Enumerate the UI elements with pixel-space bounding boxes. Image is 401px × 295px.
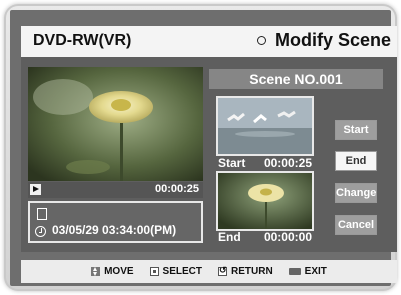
select-hint-label: SELECT: [162, 266, 202, 277]
start-point-info: Start 00:00:25: [216, 156, 314, 170]
move-hint: MOVE: [91, 266, 134, 277]
cancel-button[interactable]: Cancel: [335, 215, 377, 235]
end-point-time: 00:00:00: [263, 230, 312, 244]
start-point-time: 00:00:25: [263, 156, 312, 170]
move-hint-label: MOVE: [104, 266, 134, 277]
playback-status-bar: 00:00:25: [28, 182, 203, 198]
video-preview: [28, 67, 203, 181]
exit-hint: EXIT: [288, 266, 327, 277]
clock-icon: [35, 226, 46, 237]
start-button[interactable]: Start: [335, 120, 377, 140]
circle-icon: [256, 36, 266, 45]
return-hint-label: RETURN: [231, 266, 273, 277]
end-button[interactable]: End: [335, 151, 377, 171]
disc-type-title: DVD-RW(VR): [33, 32, 132, 49]
key-guide-bar: MOVE SELECT RETURN EXIT: [21, 260, 397, 283]
return-hint: RETURN: [218, 265, 273, 277]
title-bar: DVD-RW(VR) Modify Scene: [21, 26, 397, 57]
start-thumbnail: [216, 96, 314, 156]
scene-number-header: Scene NO.001: [209, 69, 383, 89]
flower-thumbnail-image: [218, 173, 312, 229]
play-icon: [30, 184, 41, 195]
end-point-info: End 00:00:00: [216, 230, 314, 244]
end-point-label: End: [218, 230, 241, 244]
menu-title-label: Modify Scene: [274, 30, 391, 50]
recording-datetime: 03/05/29 03:34:00(PM): [52, 223, 177, 237]
move-arrows-icon: [91, 267, 101, 276]
exit-hint-label: EXIT: [304, 266, 327, 277]
exit-key-icon: [288, 268, 301, 275]
birds-image: [218, 98, 312, 154]
document-icon: [37, 208, 47, 220]
change-button[interactable]: Change: [335, 183, 377, 203]
return-icon: [218, 265, 227, 276]
select-hint: SELECT: [149, 266, 202, 277]
start-point-label: Start: [218, 156, 246, 170]
menu-title: Modify Scene: [256, 30, 391, 51]
enter-key-icon: [149, 267, 159, 276]
end-thumbnail: [216, 171, 314, 231]
recording-info-box: 03/05/29 03:34:00(PM): [28, 201, 203, 243]
flower-image: [28, 67, 203, 181]
playback-time: 00:00:25: [154, 183, 199, 195]
